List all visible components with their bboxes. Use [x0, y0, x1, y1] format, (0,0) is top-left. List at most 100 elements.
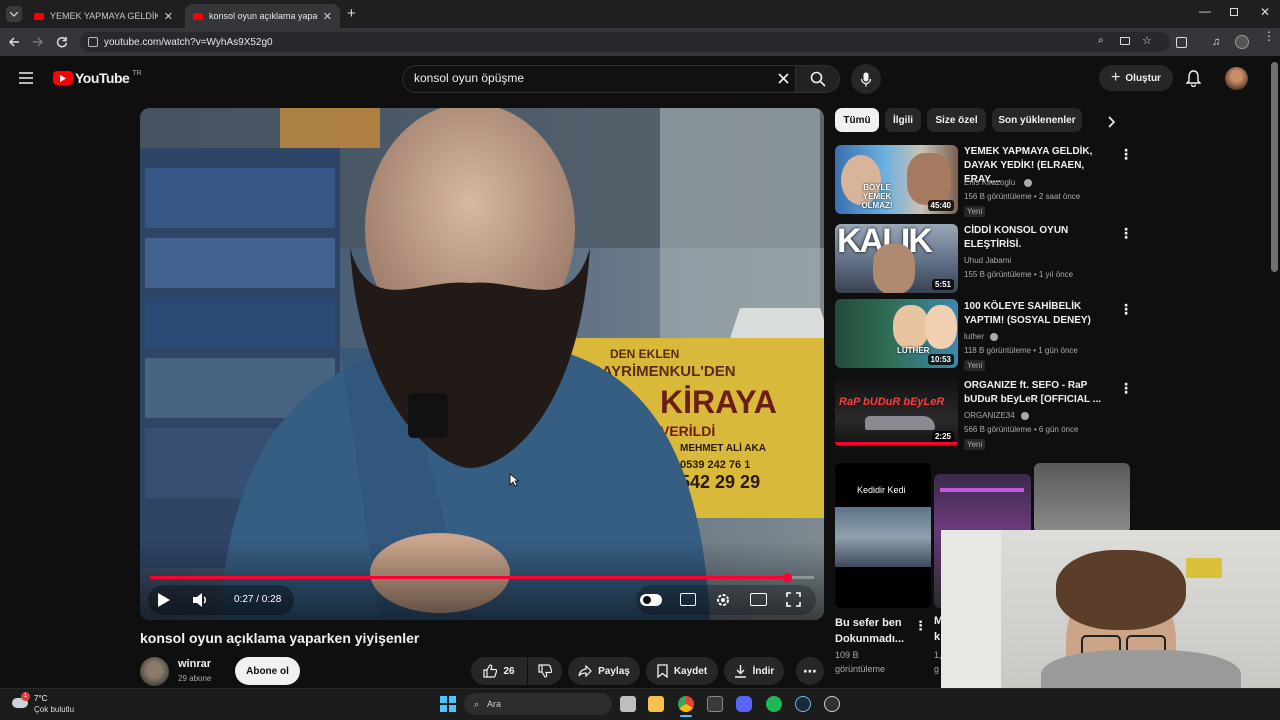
fullscreen-icon[interactable]	[786, 592, 801, 607]
media-icon[interactable]: ♫	[1212, 36, 1220, 48]
close-tab-icon[interactable]: ✕	[164, 10, 173, 23]
autoplay-toggle[interactable]	[640, 594, 662, 606]
page-scrollbar[interactable]	[1271, 62, 1278, 272]
download-button[interactable]: İndir	[724, 657, 784, 685]
shorts-menu-icon[interactable]: ⋮	[914, 618, 927, 634]
spotify-icon[interactable]	[766, 696, 782, 712]
volume-icon[interactable]	[192, 592, 208, 608]
bookmark-star-icon[interactable]: ☆	[1142, 34, 1152, 47]
taskbar-search[interactable]: ⌕ Ara	[464, 693, 612, 715]
browser-tab[interactable]: YEMEK YAPMAYA GELDİK, DAYA ✕	[26, 4, 181, 28]
progress-bar-track[interactable]	[150, 576, 814, 579]
subtitles-icon[interactable]	[680, 593, 696, 606]
zoom-icon[interactable]: ⌕	[1098, 35, 1104, 46]
windows-start-icon[interactable]	[440, 696, 456, 712]
recommendation-meta: 118 B görüntüleme • 1 gün önce	[964, 346, 1078, 355]
new-tab-button[interactable]: +	[347, 5, 356, 22]
play-icon[interactable]	[157, 592, 171, 608]
weather-widget[interactable]: 1 7°C Çok bulutlu	[12, 692, 92, 718]
notifications-bell-icon[interactable]	[1186, 70, 1201, 87]
site-info-icon[interactable]	[88, 37, 98, 47]
recommendation-channel[interactable]: luther	[964, 330, 984, 344]
recommendation-menu-icon[interactable]: ⋮	[1119, 146, 1133, 163]
more-actions-button[interactable]: ⋯	[796, 657, 824, 685]
tab-title: konsol oyun açıklama yaparken	[209, 11, 317, 21]
sign-text-phone1: 0539 242 76 1	[680, 459, 750, 471]
youtube-play-logo-icon	[53, 71, 73, 85]
thumbnail-text: RaP bUDuR bEyLeR	[839, 396, 945, 408]
chevron-down-icon	[10, 11, 18, 17]
download-label: İndir	[752, 665, 775, 677]
theater-mode-icon[interactable]	[750, 593, 767, 606]
forward-icon[interactable]	[32, 36, 44, 48]
minimize-button[interactable]: —	[1199, 4, 1211, 18]
recommendation-channel[interactable]: Uhud Jabami	[964, 254, 1011, 268]
back-icon[interactable]	[8, 36, 20, 48]
chrome-icon[interactable]	[678, 696, 694, 712]
shorts-thumbnail[interactable]	[1034, 463, 1130, 533]
reload-icon[interactable]	[56, 36, 68, 48]
restore-button[interactable]	[1230, 8, 1238, 16]
chip-for-you[interactable]: Size özel	[927, 108, 986, 132]
voice-search-button[interactable]	[851, 64, 881, 94]
create-button[interactable]: + Oluştur	[1099, 65, 1173, 91]
verified-icon	[1024, 179, 1032, 187]
save-button[interactable]: Kaydet	[646, 657, 718, 685]
recommendation-thumbnail[interactable]: LUTHER 10:53	[835, 299, 958, 368]
recommendation-channel[interactable]: ORGANIZE34	[964, 409, 1015, 423]
clear-search-icon[interactable]	[778, 73, 789, 84]
address-bar[interactable]: youtube.com/watch?v=WyhAs9X52g0 ⌕ ☆	[80, 32, 1170, 52]
task-view-icon[interactable]	[620, 696, 636, 712]
close-window-button[interactable]: ✕	[1260, 5, 1270, 19]
microphone-icon	[861, 72, 871, 86]
channel-name[interactable]: winrar	[178, 658, 211, 670]
recommendation-thumbnail[interactable]: BÖYLE YEMEK OLMAZ! 45:40	[835, 145, 958, 214]
share-icon	[578, 665, 592, 677]
chip-all[interactable]: Tümü	[835, 108, 879, 132]
chip-recently-uploaded[interactable]: Son yüklenenler	[992, 108, 1082, 132]
like-button[interactable]: 26	[471, 657, 527, 685]
obs-icon[interactable]	[824, 696, 840, 712]
recommendation-menu-icon[interactable]: ⋮	[1119, 380, 1133, 397]
recommendation-thumbnail[interactable]: RaP bUDuR bEyLeR 2:25	[835, 378, 958, 447]
chip-related[interactable]: İlgili	[885, 108, 921, 132]
chevron-right-icon[interactable]	[1108, 116, 1116, 128]
channel-avatar[interactable]	[140, 657, 169, 686]
menu-icon[interactable]: ⋮	[1263, 30, 1275, 42]
dislike-button[interactable]	[528, 657, 562, 685]
recommendation-channel[interactable]: Enis Kirazoglu	[964, 176, 1015, 190]
new-badge: Yeni	[964, 439, 986, 450]
video-player[interactable]: DEN EKLEN GAYRİMENKUL'DEN KİRAYA VERİLDİ…	[140, 108, 824, 620]
recommendation-title[interactable]: ORGANIZE ft. SEFO - RaP bUDuR bEyLeR [OF…	[964, 379, 1116, 407]
epic-games-icon[interactable]	[707, 696, 723, 712]
recommendation-title[interactable]: 100 KÖLEYE SAHİBELİK YAPTIM! (SOSYAL DEN…	[964, 300, 1116, 328]
hamburger-menu-icon[interactable]	[19, 72, 33, 84]
shorts-title[interactable]: Bu sefer ben Dokunmadı...	[835, 615, 911, 647]
cast-icon[interactable]	[1120, 37, 1130, 45]
weather-desc: Çok bulutlu	[34, 705, 75, 714]
shorts-thumbnail[interactable]: Kedidir Kedi	[835, 463, 931, 608]
discord-icon[interactable]	[736, 696, 752, 712]
youtube-logo[interactable]: YouTube TR	[53, 70, 142, 86]
search-button[interactable]	[796, 65, 840, 93]
recommendation-menu-icon[interactable]: ⋮	[1119, 301, 1133, 318]
thumbnail-text: LUTHER	[897, 346, 930, 355]
sign-text-line2: KİRAYA	[660, 384, 777, 420]
extensions-icon[interactable]	[1176, 37, 1187, 48]
file-explorer-icon[interactable]	[648, 696, 664, 712]
recommendation-title[interactable]: CİDDİ KONSOL OYUN ELEŞTİRİSİ.	[964, 224, 1116, 252]
progress-bar-fill	[150, 576, 788, 579]
recommendation-thumbnail[interactable]: KALIK 5:51	[835, 224, 958, 293]
profile-avatar[interactable]	[1235, 35, 1249, 49]
subscribe-button[interactable]: Abone ol	[235, 657, 300, 685]
close-tab-icon[interactable]: ✕	[323, 10, 332, 23]
logo-text: YouTube	[75, 70, 130, 86]
tab-search-button[interactable]	[6, 6, 22, 22]
account-avatar[interactable]	[1225, 67, 1248, 90]
steam-icon[interactable]	[795, 696, 811, 712]
share-button[interactable]: Paylaş	[568, 657, 640, 685]
new-badge: Yeni	[964, 206, 986, 217]
recommendation-menu-icon[interactable]: ⋮	[1119, 225, 1133, 242]
settings-gear-icon[interactable]	[715, 592, 731, 608]
browser-tab-active[interactable]: konsol oyun açıklama yaparken ✕	[185, 4, 340, 28]
